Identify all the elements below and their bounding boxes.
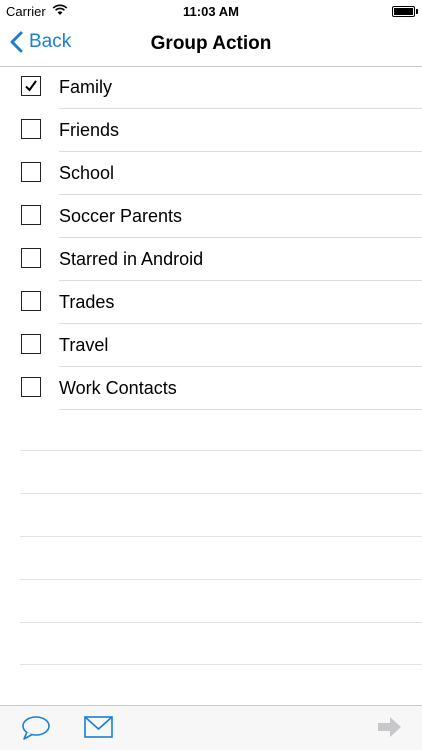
checkbox[interactable] bbox=[21, 248, 41, 268]
status-bar: Carrier 11:03 AM bbox=[0, 0, 422, 22]
checkmark-icon bbox=[25, 80, 37, 92]
checkbox[interactable] bbox=[21, 162, 41, 182]
group-label: Family bbox=[59, 77, 112, 97]
checkbox[interactable] bbox=[21, 119, 41, 139]
group-label: Soccer Parents bbox=[59, 206, 183, 226]
page-title: Group Action bbox=[150, 33, 272, 54]
checkbox[interactable] bbox=[21, 76, 41, 96]
group-label: Friends bbox=[59, 120, 120, 140]
group-list: Family Friends School Soccer Parents Sta… bbox=[0, 66, 422, 410]
group-row-trades[interactable]: Trades bbox=[0, 281, 422, 324]
group-row-family[interactable]: Family bbox=[0, 66, 422, 109]
battery-icon bbox=[392, 6, 418, 17]
group-row-travel[interactable]: Travel bbox=[0, 324, 422, 367]
group-label: Work Contacts bbox=[59, 378, 177, 398]
checkbox[interactable] bbox=[21, 334, 41, 354]
checkbox[interactable] bbox=[21, 205, 41, 225]
arrow-right-icon[interactable] bbox=[377, 716, 402, 743]
group-label: Starred in Android bbox=[59, 249, 204, 269]
group-row-friends[interactable]: Friends bbox=[0, 109, 422, 152]
group-label: Trades bbox=[59, 292, 115, 312]
bottom-toolbar bbox=[0, 705, 422, 750]
checkbox[interactable] bbox=[21, 291, 41, 311]
navigation-bar: Back Group Action bbox=[0, 22, 422, 67]
speech-bubble-icon[interactable] bbox=[21, 715, 51, 746]
envelope-icon[interactable] bbox=[84, 716, 113, 743]
group-row-starred-in-android[interactable]: Starred in Android bbox=[0, 238, 422, 281]
clock: 11:03 AM bbox=[183, 4, 239, 19]
group-row-soccer-parents[interactable]: Soccer Parents bbox=[0, 195, 422, 238]
row-separator bbox=[59, 409, 422, 410]
group-row-school[interactable]: School bbox=[0, 152, 422, 195]
group-label: School bbox=[59, 163, 115, 183]
checkbox[interactable] bbox=[21, 377, 41, 397]
group-row-work-contacts[interactable]: Work Contacts bbox=[0, 367, 422, 410]
group-label: Travel bbox=[59, 335, 109, 355]
